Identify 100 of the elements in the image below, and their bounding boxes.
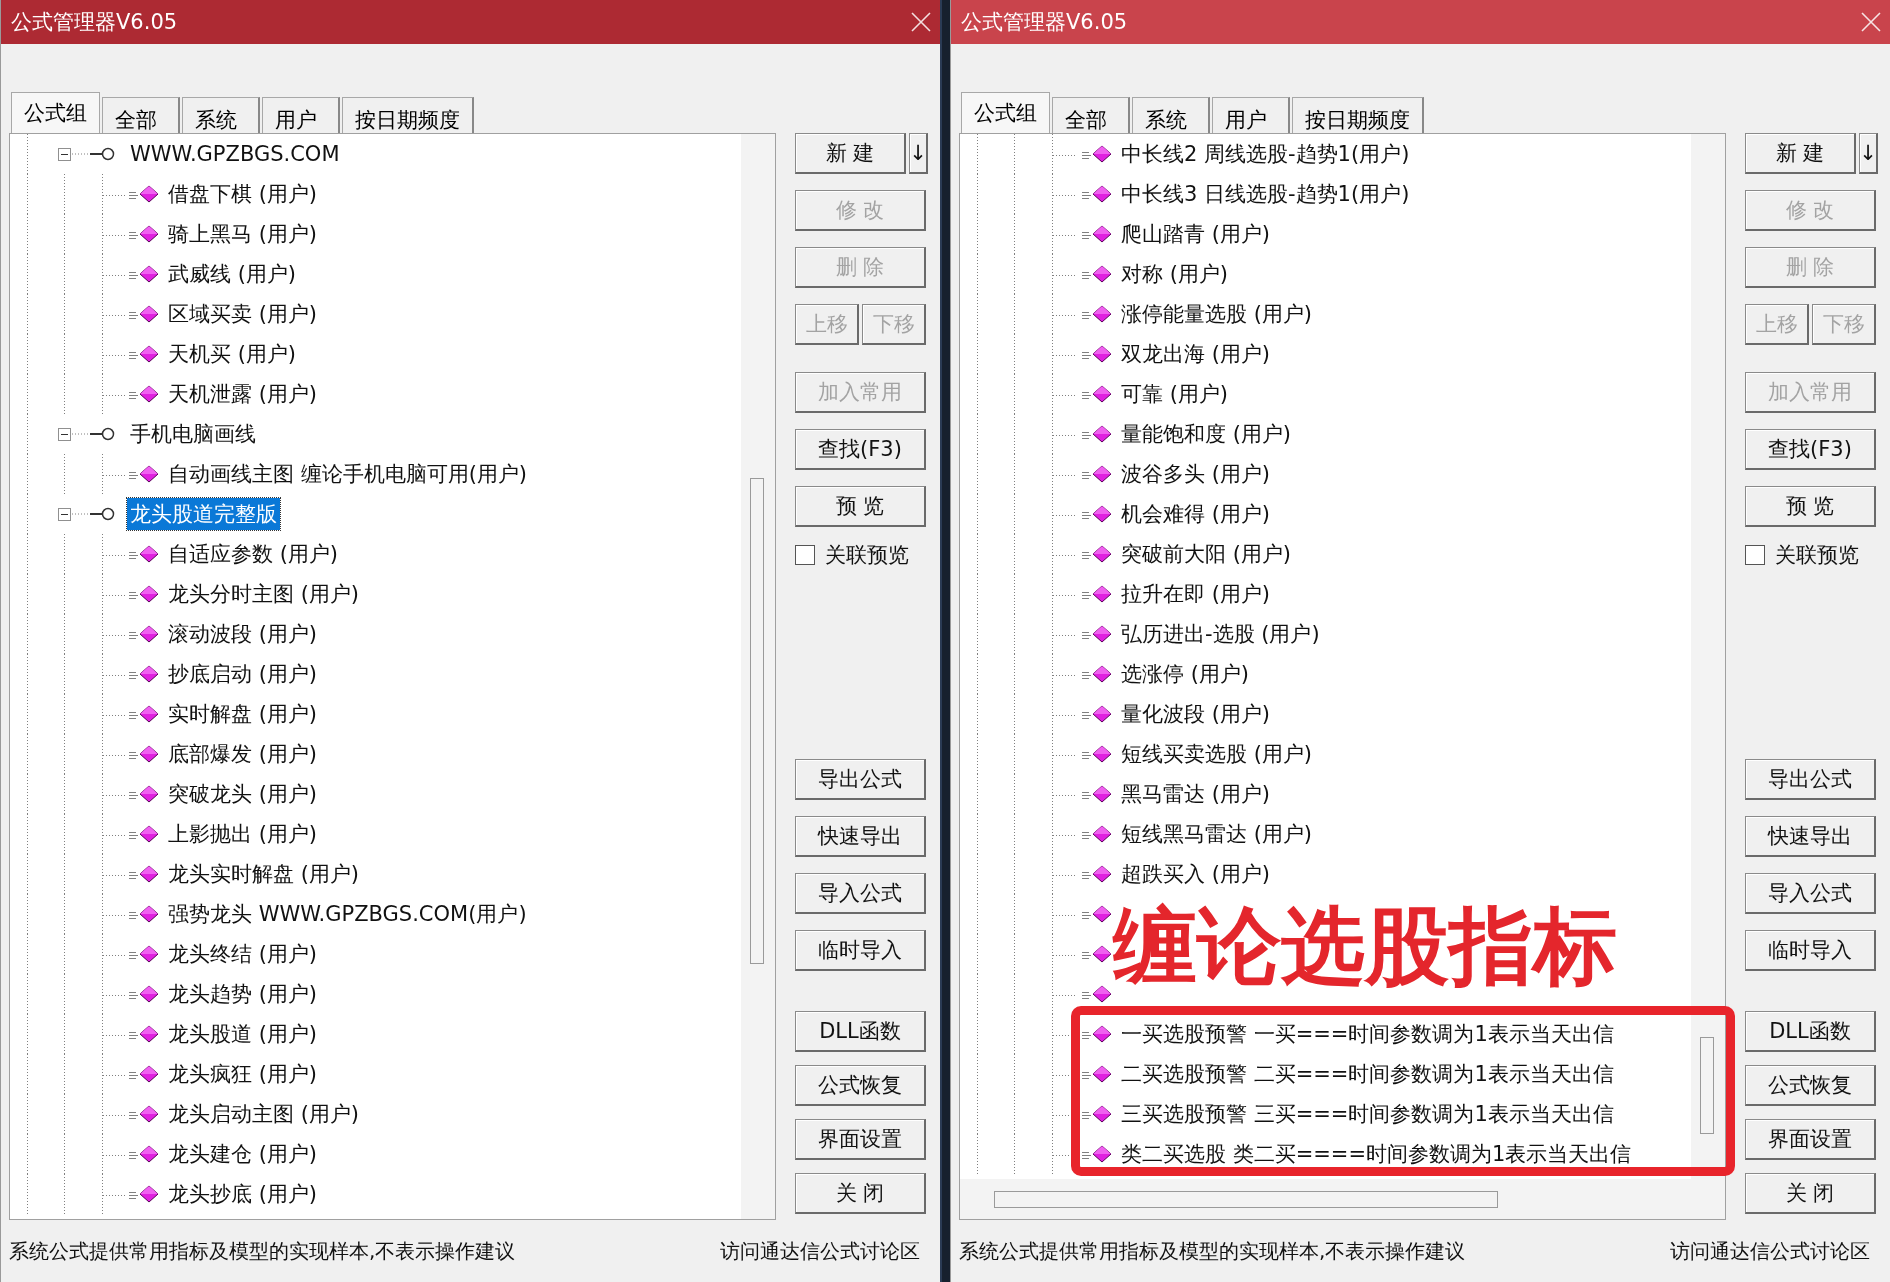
- formula-item[interactable]: 对称 (用户): [1121, 260, 1229, 288]
- diamond-icon: [127, 1023, 161, 1045]
- button[interactable]: 快速导出: [795, 816, 926, 857]
- button[interactable]: 导入公式: [1745, 873, 1876, 914]
- formula-item[interactable]: 龙头启动主图 (用户): [168, 1100, 360, 1128]
- formula-item[interactable]: 量能饱和度 (用户): [1121, 420, 1292, 448]
- formula-item[interactable]: 短线黑马雷达 (用户): [1121, 820, 1313, 848]
- formula-item[interactable]: 自适应参数 (用户): [168, 540, 339, 568]
- formula-item[interactable]: 爬山踏青 (用户): [1121, 220, 1271, 248]
- formula-item[interactable]: 中长线2 周线选股-趋势1(用户): [1121, 140, 1410, 168]
- button[interactable]: 导出公式: [795, 759, 926, 800]
- button[interactable]: 新 建: [795, 133, 906, 174]
- tab[interactable]: 用户: [1212, 97, 1290, 133]
- formula-item[interactable]: 涨停能量选股 (用户): [1121, 300, 1313, 328]
- formula-item[interactable]: 龙头实时解盘 (用户): [168, 860, 360, 888]
- button[interactable]: 关 闭: [1745, 1173, 1876, 1214]
- formula-item[interactable]: 突破前大阳 (用户): [1121, 540, 1292, 568]
- formula-item[interactable]: 龙头趋势 (用户): [168, 980, 318, 1008]
- formula-item[interactable]: 龙头建仓 (用户): [168, 1140, 318, 1168]
- dropdown-button[interactable]: ↓: [909, 133, 928, 174]
- formula-item[interactable]: 龙头分时主图 (用户): [168, 580, 360, 608]
- tab[interactable]: 系统: [182, 97, 260, 133]
- formula-item[interactable]: 双龙出海 (用户): [1121, 340, 1271, 368]
- formula-item[interactable]: 强势龙头 WWW.GPZBGS.COM(用户): [168, 900, 527, 928]
- minus-box-icon[interactable]: [58, 427, 71, 441]
- formula-item[interactable]: 可靠 (用户): [1121, 380, 1229, 408]
- formula-item[interactable]: 超跌买入 (用户): [1121, 860, 1271, 888]
- formula-item[interactable]: 龙头终结 (用户): [168, 940, 318, 968]
- formula-item[interactable]: 突破龙头 (用户): [168, 780, 318, 808]
- formula-item[interactable]: 黑马雷达 (用户): [1121, 780, 1271, 808]
- dropdown-button[interactable]: ↓: [1859, 133, 1878, 174]
- button[interactable]: 公式恢复: [1745, 1065, 1876, 1106]
- formula-item[interactable]: 自动画线主图 缠论手机电脑可用(用户): [168, 460, 528, 488]
- formula-item[interactable]: 中长线3 日线选股-趋势1(用户): [1121, 180, 1410, 208]
- button[interactable]: DLL函数: [1745, 1011, 1876, 1052]
- forum-link[interactable]: 访问通达信公式讨论区: [1670, 1237, 1870, 1265]
- formula-item[interactable]: 龙头股道 (用户): [168, 1020, 318, 1048]
- diamond-icon: [1080, 1103, 1114, 1125]
- formula-item[interactable]: 武威线 (用户): [168, 260, 297, 288]
- tab[interactable]: 按日期频度: [1292, 97, 1424, 133]
- minus-box-icon[interactable]: [58, 147, 71, 161]
- button[interactable]: 预 览: [1745, 486, 1876, 527]
- tab[interactable]: 系统: [1132, 97, 1210, 133]
- scrollbar-thumb[interactable]: [1700, 1037, 1714, 1134]
- button[interactable]: 查找(F3): [1745, 429, 1876, 470]
- annotation-text: 缠论选股指标: [1113, 900, 1617, 993]
- tab[interactable]: 公式组: [961, 92, 1050, 133]
- button[interactable]: 界面设置: [1745, 1119, 1876, 1160]
- button[interactable]: 导出公式: [1745, 759, 1876, 800]
- tab[interactable]: 按日期频度: [342, 97, 474, 133]
- button[interactable]: 界面设置: [795, 1119, 926, 1160]
- button[interactable]: 关 闭: [795, 1173, 926, 1214]
- tab[interactable]: 公式组: [11, 92, 100, 133]
- tab[interactable]: 全部: [1052, 97, 1130, 133]
- formula-item[interactable]: 拉升在即 (用户): [1121, 580, 1271, 608]
- formula-item[interactable]: 波谷多头 (用户): [1121, 460, 1271, 488]
- formula-item[interactable]: 实时解盘 (用户): [168, 700, 318, 728]
- formula-item[interactable]: 三买选股预警 三买===时间参数调为1表示当天出信: [1121, 1100, 1614, 1128]
- formula-item[interactable]: 天机买 (用户): [168, 340, 297, 368]
- button[interactable]: 临时导入: [1745, 930, 1876, 971]
- formula-item[interactable]: 区域买卖 (用户): [168, 300, 318, 328]
- button[interactable]: 新 建: [1745, 133, 1856, 174]
- group-label[interactable]: 龙头股道完整版: [127, 498, 280, 530]
- formula-item[interactable]: 机会难得 (用户): [1121, 500, 1271, 528]
- formula-item[interactable]: 滚动波段 (用户): [168, 620, 318, 648]
- formula-item[interactable]: 抄底启动 (用户): [168, 660, 318, 688]
- formula-item[interactable]: 天机泄露 (用户): [168, 380, 318, 408]
- diamond-icon: [127, 623, 161, 645]
- formula-item[interactable]: 短线买卖选股 (用户): [1121, 740, 1313, 768]
- close-icon[interactable]: [1860, 11, 1882, 33]
- tab[interactable]: 全部: [102, 97, 180, 133]
- button[interactable]: 快速导出: [1745, 816, 1876, 857]
- checkbox[interactable]: [1745, 545, 1765, 565]
- scrollbar-thumb[interactable]: [750, 478, 764, 964]
- formula-item[interactable]: 上影抛出 (用户): [168, 820, 318, 848]
- formula-item[interactable]: 借盘下棋 (用户): [168, 180, 318, 208]
- formula-item[interactable]: 龙头疯狂 (用户): [168, 1060, 318, 1088]
- diamond-icon: [1080, 1023, 1114, 1045]
- formula-item[interactable]: 选涨停 (用户): [1121, 660, 1250, 688]
- formula-item[interactable]: 龙头抄底 (用户): [168, 1180, 318, 1208]
- tab[interactable]: 用户: [262, 97, 340, 133]
- close-icon[interactable]: [910, 11, 932, 33]
- formula-item[interactable]: 类二买选股 类二买====时间参数调为1表示当天出信: [1121, 1140, 1632, 1168]
- formula-item[interactable]: 弘历进出-选股 (用户): [1121, 620, 1320, 648]
- button[interactable]: 临时导入: [795, 930, 926, 971]
- scrollbar-thumb[interactable]: [994, 1191, 1498, 1208]
- button[interactable]: 查找(F3): [795, 429, 926, 470]
- button[interactable]: 导入公式: [795, 873, 926, 914]
- button[interactable]: 预 览: [795, 486, 926, 527]
- formula-item[interactable]: 二买选股预警 二买===时间参数调为1表示当天出信: [1121, 1060, 1614, 1088]
- diamond-icon: [1080, 503, 1114, 525]
- formula-item[interactable]: 量化波段 (用户): [1121, 700, 1271, 728]
- forum-link[interactable]: 访问通达信公式讨论区: [720, 1237, 920, 1265]
- formula-item[interactable]: 底部爆发 (用户): [168, 740, 318, 768]
- checkbox[interactable]: [795, 545, 815, 565]
- button[interactable]: 公式恢复: [795, 1065, 926, 1106]
- formula-item[interactable]: 一买选股预警 一买===时间参数调为1表示当天出信: [1121, 1020, 1614, 1048]
- button[interactable]: DLL函数: [795, 1011, 926, 1052]
- minus-box-icon[interactable]: [58, 507, 71, 521]
- formula-item[interactable]: 骑上黑马 (用户): [168, 220, 318, 248]
